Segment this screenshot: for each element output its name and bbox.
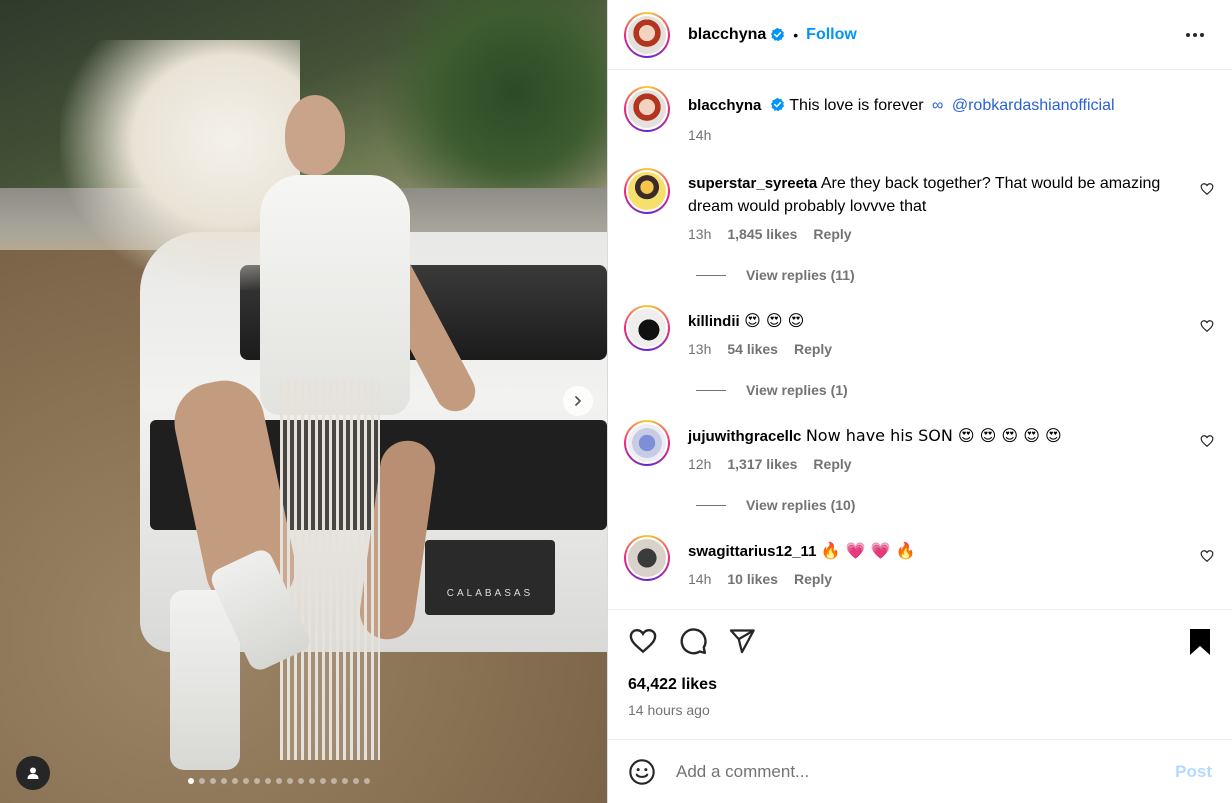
carousel-dots — [188, 778, 370, 784]
post-actions: 64,422 likes 14 hours ago — [608, 609, 1232, 739]
comment-avatar[interactable] — [624, 168, 670, 214]
infinity-symbol: ∞ — [932, 97, 944, 114]
user-tag-icon — [27, 767, 39, 779]
comment-input[interactable] — [676, 761, 1116, 782]
reply-button[interactable]: Reply — [794, 571, 832, 587]
comment-like-heart-icon[interactable] — [1200, 549, 1214, 563]
view-replies-button[interactable]: View replies (10) — [696, 497, 1216, 513]
reply-button[interactable]: Reply — [794, 341, 832, 357]
photo-license-plate: CALABASAS — [425, 540, 555, 615]
carousel-dot — [298, 778, 304, 784]
comment-like-heart-icon[interactable] — [1200, 434, 1214, 448]
carousel-dot — [331, 778, 337, 784]
comment-item: superstar_syreeta Are they back together… — [624, 168, 1216, 242]
author-username[interactable]: blacchyna — [688, 26, 766, 44]
comment-likes[interactable]: 10 likes — [727, 571, 778, 587]
carousel-dot — [342, 778, 348, 784]
caption-username[interactable]: blacchyna — [688, 97, 761, 114]
view-replies-label: View replies (11) — [746, 267, 855, 283]
carousel-dot — [287, 778, 293, 784]
comment-username[interactable]: jujuwithgracellc — [688, 428, 801, 445]
comment-text: 🔥 💗 💗 🔥 — [820, 541, 916, 560]
comment-like-heart-icon[interactable] — [1200, 182, 1214, 196]
caption-time: 14h — [688, 127, 712, 143]
comment-likes[interactable]: 1,317 likes — [727, 456, 797, 472]
chevron-right-icon — [575, 396, 581, 406]
tagged-users-button[interactable] — [16, 756, 50, 790]
reply-button[interactable]: Reply — [813, 226, 851, 242]
comment-avatar[interactable] — [624, 535, 670, 581]
view-replies-label: View replies (1) — [746, 382, 848, 398]
view-replies-button[interactable]: View replies (1) — [696, 382, 1216, 398]
post-photo[interactable]: CALABASAS — [0, 0, 607, 803]
photo-face — [285, 95, 345, 175]
photo-fringe — [280, 380, 380, 760]
comment-like-heart-icon[interactable] — [1200, 319, 1214, 333]
verified-badge-icon — [771, 27, 785, 42]
carousel-dot — [265, 778, 271, 784]
carousel-dot — [309, 778, 315, 784]
caption-mention-link[interactable]: @robkardashianofficial — [952, 97, 1115, 114]
heart-icon[interactable] — [628, 626, 658, 656]
caption-row: blacchyna This love is forever ∞ @robkar… — [624, 86, 1216, 143]
add-comment-bar: Post — [608, 739, 1232, 803]
header-separator: • — [793, 26, 799, 43]
comments-list[interactable]: blacchyna This love is forever ∞ @robkar… — [608, 70, 1232, 609]
verified-badge-icon — [770, 97, 784, 112]
comment-likes[interactable]: 54 likes — [727, 341, 778, 357]
carousel-dot — [232, 778, 238, 784]
smiley-icon[interactable] — [628, 758, 656, 786]
comment-avatar[interactable] — [624, 305, 670, 351]
comment-username[interactable]: superstar_syreeta — [688, 175, 817, 192]
reply-button[interactable]: Reply — [813, 456, 851, 472]
post-header: blacchyna • Follow — [608, 0, 1232, 70]
comment-item: killindii 😍 😍 😍 13h 54 likes Reply — [624, 305, 1216, 357]
carousel-dot — [353, 778, 359, 784]
comment-time: 13h — [688, 341, 712, 357]
carousel-dot — [199, 778, 205, 784]
author-avatar[interactable] — [624, 11, 670, 58]
likes-count[interactable]: 64,422 likes — [628, 676, 1212, 694]
carousel-dot — [254, 778, 260, 784]
view-replies-label: View replies (10) — [746, 497, 856, 513]
carousel-dot — [221, 778, 227, 784]
comment-item: jujuwithgracellc Now have his SON 😍 😍 😍 … — [624, 420, 1216, 472]
carousel-dot — [276, 778, 282, 784]
carousel-dot — [188, 778, 194, 784]
view-replies-button[interactable]: View replies (11) — [696, 267, 1216, 283]
post-side-panel: blacchyna • Follow blacchyna This love i… — [607, 0, 1232, 803]
more-options-icon[interactable] — [1184, 24, 1206, 46]
comment-item: swagittarius12_11 🔥 💗 💗 🔥 14h 10 likes Rep… — [624, 535, 1216, 587]
comment-bubble-icon[interactable] — [678, 626, 708, 656]
photo-dress — [260, 175, 410, 415]
post-time: 14 hours ago — [628, 702, 710, 718]
carousel-dot — [364, 778, 370, 784]
follow-button[interactable]: Follow — [806, 26, 857, 44]
comment-text: 😍 😍 😍 — [744, 311, 805, 330]
comment-time: 13h — [688, 226, 712, 242]
carousel-dot — [210, 778, 216, 784]
carousel-dot — [320, 778, 326, 784]
caption-text: This love is forever — [789, 97, 924, 114]
comment-username[interactable]: killindii — [688, 313, 740, 330]
comment-time: 14h — [688, 571, 712, 587]
comment-avatar[interactable] — [624, 420, 670, 466]
comment-username[interactable]: swagittarius12_11 — [688, 543, 816, 560]
comment-time: 12h — [688, 456, 712, 472]
carousel-dot — [243, 778, 249, 784]
paper-plane-icon[interactable] — [728, 627, 756, 655]
next-photo-button[interactable] — [563, 386, 593, 416]
caption-avatar[interactable] — [624, 86, 670, 132]
bookmark-icon[interactable] — [1188, 628, 1212, 656]
comment-likes[interactable]: 1,845 likes — [727, 226, 797, 242]
post-comment-button[interactable]: Post — [1175, 762, 1212, 782]
comment-text: Now have his SON 😍 😍 😍 😍 😍 — [805, 426, 1062, 445]
